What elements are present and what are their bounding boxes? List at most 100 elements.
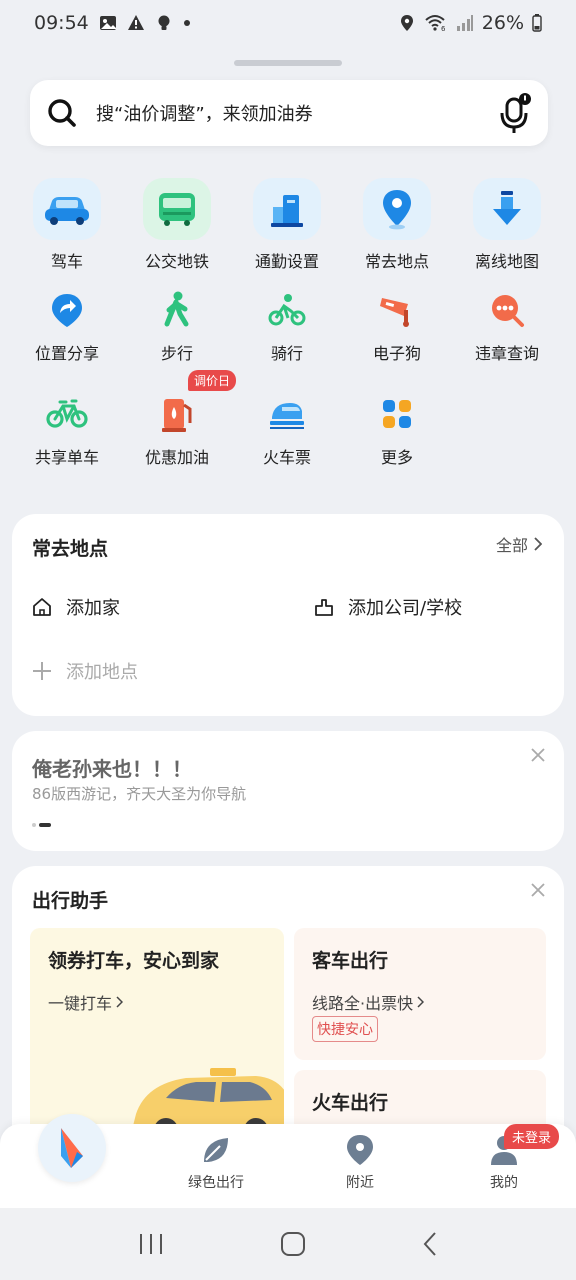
- banner-subtitle: 86版西游记，齐天大圣为你导航: [32, 785, 247, 803]
- grid-label: 位置分享: [34, 344, 99, 363]
- search-icon: [48, 99, 76, 127]
- chevron-right-icon: [534, 537, 542, 551]
- nav-label: 绿色出行: [188, 1175, 244, 1191]
- grid-label: 步行: [160, 344, 193, 363]
- add-work-label: 添加公司/学校: [348, 598, 463, 619]
- taxi-subtitle-text: 一键打车: [48, 994, 113, 1013]
- home-button-icon[interactable]: [280, 1231, 306, 1257]
- violation-search-icon: [485, 288, 529, 332]
- battery-icon: [532, 14, 542, 32]
- grid-item-fuel-discount[interactable]: 调价日 优惠加油: [122, 370, 237, 484]
- add-home-label: 添加家: [66, 598, 120, 619]
- wifi-icon: 6: [425, 15, 446, 32]
- navigation-logo-icon: [61, 1128, 83, 1168]
- drag-handle[interactable]: [234, 60, 342, 66]
- coach-subtitle-text: 线路全·出票快: [312, 994, 414, 1013]
- frequent-places-card: 常去地点 全部 添加家 添加公司/学校 添加地点: [12, 514, 564, 716]
- taxi-subtitle: 一键打车: [48, 990, 124, 1014]
- bottom-nav: 绿色出行 附近 我的 未登录: [0, 1114, 576, 1208]
- train-title: 火车出行: [312, 1092, 389, 1114]
- plus-icon: [33, 662, 51, 680]
- notification-dot-icon: [183, 20, 190, 26]
- nav-label: 附近: [346, 1175, 374, 1191]
- location-icon: [400, 15, 413, 31]
- view-all-link[interactable]: 全部: [496, 532, 542, 556]
- walking-icon: [155, 288, 199, 332]
- bike-icon: [45, 392, 89, 436]
- grid-item-cycle[interactable]: 骑行: [232, 276, 342, 380]
- system-nav-bar: [0, 1208, 576, 1280]
- coach-subtitle: 线路全·出票快: [312, 990, 425, 1014]
- svg-text:6: 6: [441, 25, 446, 32]
- grid-label: 火车票: [262, 448, 311, 467]
- coach-title: 客车出行: [312, 950, 389, 972]
- not-logged-in-badge: 未登录: [504, 1124, 560, 1149]
- warning-icon: [127, 15, 144, 30]
- carousel-indicator: [32, 823, 51, 827]
- fuel-pump-icon: [155, 392, 199, 436]
- add-place-label: 添加地点: [66, 662, 138, 683]
- lightbulb-icon: [158, 15, 170, 30]
- home-icon: [33, 598, 51, 616]
- recent-apps-icon[interactable]: [138, 1232, 164, 1256]
- status-time: 09:54: [34, 12, 89, 34]
- grid-item-drive[interactable]: 驾车: [12, 172, 122, 276]
- building-icon: [253, 178, 321, 240]
- view-all-label: 全部: [495, 536, 528, 555]
- bus-icon: [143, 178, 211, 240]
- card-title: 常去地点: [32, 538, 109, 560]
- promo-banner[interactable]: 俺老孙来也！！！ 86版西游记，齐天大圣为你导航: [12, 731, 564, 851]
- nav-nearby[interactable]: 附近: [310, 1134, 410, 1192]
- image-notification-icon: [99, 16, 116, 30]
- add-work-button[interactable]: 添加公司/学校: [314, 594, 462, 620]
- grid-label: 常去地点: [364, 252, 429, 271]
- back-icon[interactable]: [422, 1231, 438, 1257]
- nav-home-button[interactable]: [38, 1114, 106, 1182]
- car-icon: [33, 178, 101, 240]
- train-icon: [265, 392, 309, 436]
- grid-item-transit[interactable]: 公交地铁: [122, 172, 232, 276]
- search-placeholder: 搜“油价调整”，来领加油券: [96, 104, 313, 125]
- signal-icon: [456, 15, 473, 31]
- grid-label: 电子狗: [372, 344, 421, 363]
- add-place-button[interactable]: 添加地点: [32, 658, 138, 684]
- grid-label: 驾车: [50, 252, 83, 271]
- coach-tile[interactable]: 客车出行 线路全·出票快 快捷安心: [294, 928, 546, 1060]
- grid-label: 更多: [380, 448, 413, 467]
- grid-item-offline-map[interactable]: 离线地图: [452, 172, 562, 276]
- grid-label: 违章查询: [474, 344, 539, 363]
- grid-label: 通勤设置: [254, 252, 319, 271]
- add-home-button[interactable]: 添加家: [32, 594, 120, 620]
- office-icon: [315, 599, 333, 616]
- grid-item-share-location[interactable]: 位置分享: [12, 276, 122, 380]
- banner-title: 俺老孙来也！！！: [32, 757, 192, 781]
- voice-search-button[interactable]: [498, 91, 532, 135]
- close-icon[interactable]: [530, 747, 546, 763]
- grid-item-violation-query[interactable]: 违章查询: [452, 276, 562, 380]
- battery-percent: 26%: [481, 12, 524, 34]
- function-grid: 驾车 公交地铁 通勤设置 常去地点 离线地图 位置分享 步行 骑行 电子狗 违章…: [12, 172, 564, 484]
- grid-label: 优惠加油: [144, 448, 209, 467]
- grid-label: 离线地图: [474, 252, 539, 271]
- grid-item-more[interactable]: 更多: [342, 380, 452, 484]
- close-icon[interactable]: [530, 882, 546, 898]
- carousel-dot: [32, 823, 36, 827]
- grid-item-speed-camera[interactable]: 电子狗: [342, 276, 452, 380]
- grid-item-frequent-places[interactable]: 常去地点: [342, 172, 452, 276]
- card-title: 出行助手: [32, 890, 109, 912]
- search-bar[interactable]: 搜“油价调整”，来领加油券: [30, 80, 548, 146]
- grid-item-shared-bike[interactable]: 共享单车: [12, 380, 122, 484]
- grid-item-train-ticket[interactable]: 火车票: [232, 380, 342, 484]
- grid-item-walk[interactable]: 步行: [122, 276, 232, 380]
- map-pin-icon: [363, 178, 431, 240]
- nav-label: 我的: [490, 1175, 518, 1191]
- share-location-icon: [45, 288, 89, 332]
- download-icon: [473, 178, 541, 240]
- grid-label: 公交地铁: [144, 252, 209, 271]
- camera-icon: [375, 288, 419, 332]
- grid-item-commute[interactable]: 通勤设置: [232, 172, 342, 276]
- price-adjust-badge: 调价日: [188, 370, 237, 391]
- nav-green-travel[interactable]: 绿色出行: [166, 1134, 266, 1192]
- grid-label: 骑行: [270, 344, 303, 363]
- chevron-right-icon: [116, 996, 124, 1008]
